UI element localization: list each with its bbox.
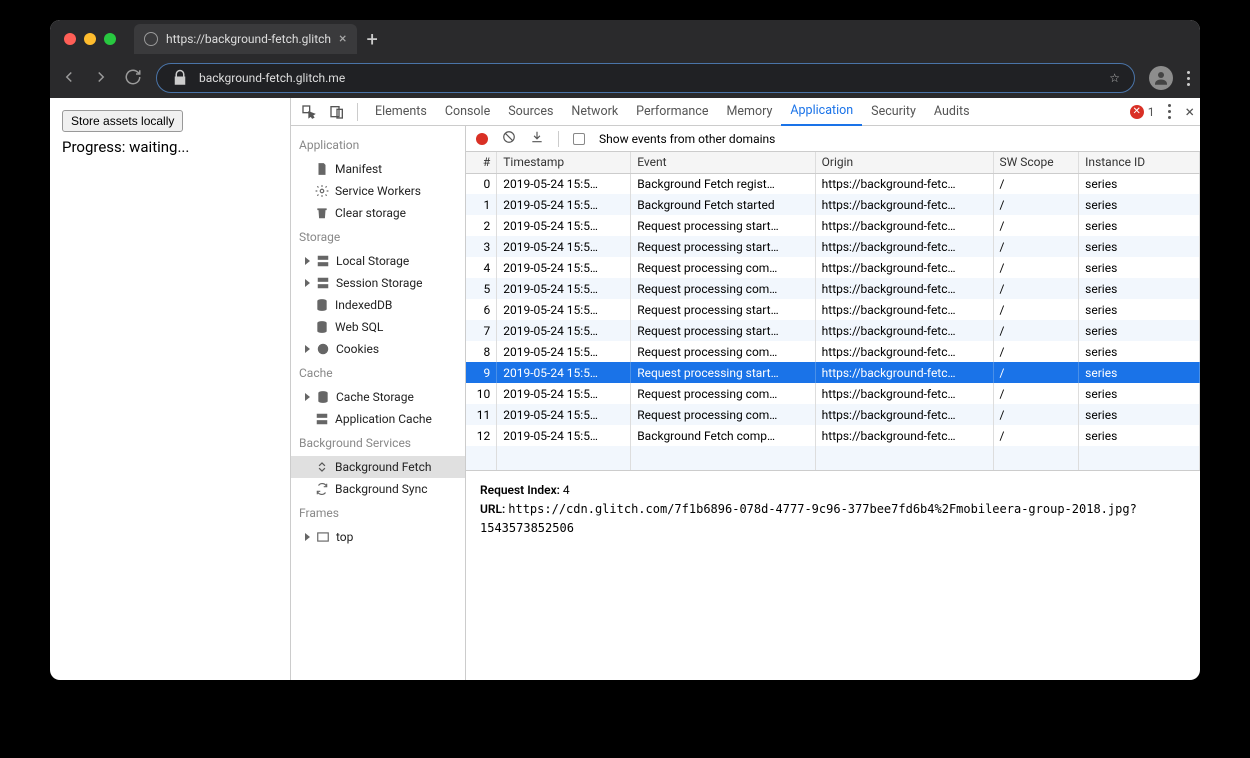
devtools-tab-security[interactable]: Security [862,98,925,126]
device-toggle-icon[interactable] [325,104,349,120]
url-label: URL: [480,502,505,516]
record-button[interactable] [476,133,488,145]
devtools-tab-memory[interactable]: Memory [717,98,781,126]
show-other-domains-checkbox[interactable] [573,133,585,145]
sidebar-item-cache-storage[interactable]: Cache Storage [291,386,465,408]
devtools-tabbar: ElementsConsoleSourcesNetworkPerformance… [291,98,1200,126]
sidebar-item-indexeddb[interactable]: IndexedDB [291,294,465,316]
clear-icon[interactable] [502,130,516,147]
table-row[interactable]: 112019-05-24 15:5…Request processing com… [466,404,1200,425]
window-controls [64,33,116,45]
bookmark-star-icon[interactable]: ☆ [1109,71,1120,85]
new-tab-button[interactable]: + [367,27,378,51]
lock-icon [171,69,189,87]
sidebar-item-session-storage[interactable]: Session Storage [291,272,465,294]
request-index-value: 4 [563,483,570,497]
error-count: 1 [1148,105,1155,119]
column-header[interactable]: SW Scope [993,152,1079,173]
close-window-button[interactable] [64,33,76,45]
devtools-tab-console[interactable]: Console [436,98,499,126]
column-header[interactable]: # [466,152,497,173]
minimize-window-button[interactable] [84,33,96,45]
table-row[interactable]: 32019-05-24 15:5…Request processing star… [466,236,1200,257]
page-content: Store assets locally Progress: waiting..… [50,98,290,680]
tab-title: https://background-fetch.glitch [166,32,331,46]
error-badge-icon[interactable]: ✕ [1130,105,1144,119]
inspect-icon[interactable] [297,104,321,120]
sidebar-item-background-sync[interactable]: Background Sync [291,478,465,500]
column-header[interactable]: Timestamp [497,152,631,173]
column-header[interactable]: Origin [815,152,993,173]
devtools-tab-audits[interactable]: Audits [925,98,979,126]
reload-button[interactable] [124,68,142,89]
devtools-main: Show events from other domains #Timestam… [466,126,1200,680]
devtools-tab-performance[interactable]: Performance [627,98,717,126]
browser-tab[interactable]: https://background-fetch.glitch × [134,24,357,54]
close-tab-icon[interactable]: × [339,31,346,47]
url-field[interactable]: background-fetch.glitch.me ☆ [156,63,1135,93]
column-header[interactable]: Event [631,152,815,173]
sidebar-item-service-workers[interactable]: Service Workers [291,180,465,202]
application-sidebar: Application Manifest Service Workers Cle… [291,126,466,680]
devtools-tab-elements[interactable]: Elements [366,98,436,126]
table-row[interactable]: 72019-05-24 15:5…Request processing star… [466,320,1200,341]
table-row[interactable]: 92019-05-24 15:5…Request processing star… [466,362,1200,383]
url-text: background-fetch.glitch.me [199,71,345,85]
table-row[interactable]: 62019-05-24 15:5…Request processing star… [466,299,1200,320]
progress-text: Progress: waiting... [62,138,278,156]
sidebar-item-top-frame[interactable]: top [291,526,465,548]
store-assets-button[interactable]: Store assets locally [62,110,183,132]
url-value: https://cdn.glitch.com/7f1b6896-078d-477… [480,502,1137,535]
table-row[interactable]: 52019-05-24 15:5…Request processing com…… [466,278,1200,299]
sidebar-item-cookies[interactable]: Cookies [291,338,465,360]
table-row[interactable]: 12019-05-24 15:5…Background Fetch starte… [466,194,1200,215]
table-row[interactable]: 42019-05-24 15:5…Request processing com…… [466,257,1200,278]
maximize-window-button[interactable] [104,33,116,45]
table-row[interactable]: 102019-05-24 15:5…Request processing com… [466,383,1200,404]
devtools-tab-sources[interactable]: Sources [499,98,562,126]
request-index-label: Request Index: [480,483,560,497]
sidebar-item-local-storage[interactable]: Local Storage [291,250,465,272]
show-other-domains-label: Show events from other domains [599,132,775,146]
table-row[interactable]: 22019-05-24 15:5…Request processing star… [466,215,1200,236]
sidebar-item-application-cache[interactable]: Application Cache [291,408,465,430]
sidebar-head-application: Application [291,132,465,158]
devtools-tab-application[interactable]: Application [781,98,862,126]
table-row[interactable]: 82019-05-24 15:5…Request processing com…… [466,341,1200,362]
globe-icon [144,32,158,46]
back-button[interactable] [60,68,78,89]
address-bar: background-fetch.glitch.me ☆ [50,58,1200,98]
column-header[interactable]: Instance ID [1079,152,1200,173]
sidebar-item-clear-storage[interactable]: Clear storage [291,202,465,224]
events-table: #TimestampEventOriginSW ScopeInstance ID… [466,152,1200,471]
sidebar-head-bgservices: Background Services [291,430,465,456]
sidebar-item-background-fetch[interactable]: Background Fetch [291,456,465,478]
devtools-tab-network[interactable]: Network [562,98,627,126]
event-details: Request Index: 4 URL: https://cdn.glitch… [466,471,1200,549]
table-row[interactable]: 122019-05-24 15:5…Background Fetch comp…… [466,425,1200,446]
browser-window: https://background-fetch.glitch × + back… [50,20,1200,680]
devtools-menu-icon[interactable] [1168,104,1171,119]
table-row[interactable]: 02019-05-24 15:5…Background Fetch regist… [466,173,1200,194]
profile-avatar[interactable] [1149,66,1173,90]
forward-button[interactable] [92,68,110,89]
sidebar-head-frames: Frames [291,500,465,526]
events-toolbar: Show events from other domains [466,126,1200,152]
sidebar-item-manifest[interactable]: Manifest [291,158,465,180]
sidebar-head-cache: Cache [291,360,465,386]
devtools-close-icon[interactable]: × [1185,102,1194,121]
browser-menu-button[interactable] [1187,71,1190,86]
sidebar-head-storage: Storage [291,224,465,250]
devtools-panel: ElementsConsoleSourcesNetworkPerformance… [290,98,1200,680]
titlebar: https://background-fetch.glitch × + [50,20,1200,58]
download-icon[interactable] [530,130,544,147]
sidebar-item-websql[interactable]: Web SQL [291,316,465,338]
